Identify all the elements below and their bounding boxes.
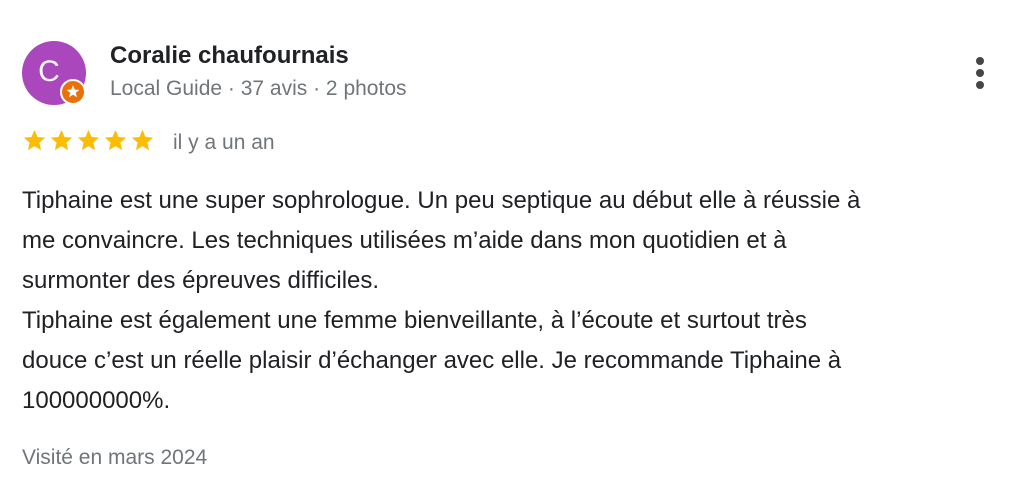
star-icon (22, 128, 47, 156)
author-meta[interactable]: Local Guide · 37 avis · 2 photos (110, 77, 407, 101)
review-text-line: Tiphaine est une super sophrologue. Un p… (22, 187, 861, 214)
review-text-line: me convaincre. Les techniques utilisées … (22, 227, 787, 254)
star-icon (76, 128, 101, 156)
author-name[interactable]: Coralie chaufournais (110, 42, 349, 70)
review-text-line: douce c’est un réelle plaisir d’échanger… (22, 347, 842, 374)
review-text: Tiphaine est une super sophrologue. Un p… (22, 181, 1017, 421)
star-rating (22, 128, 155, 156)
star-icon (130, 128, 155, 156)
more-options-button[interactable] (962, 50, 998, 96)
more-vert-icon-dot (976, 81, 984, 89)
review-text-line: Tiphaine est également une femme bienvei… (22, 307, 807, 334)
star-icon (49, 128, 74, 156)
review-text-line: surmonter des épreuves difficiles. (22, 267, 380, 294)
review-time: il y a un an (173, 131, 275, 154)
more-vert-icon (976, 57, 984, 65)
review-text-line: 100000000%. (22, 387, 171, 414)
review-card: C Coralie chaufournais Local Guide · 37 … (0, 0, 1024, 501)
visit-date: Visité en mars 2024 (22, 446, 208, 469)
avatar-letter: C (38, 55, 60, 88)
star-icon (103, 128, 128, 156)
more-vert-icon-dot (976, 69, 984, 77)
local-guide-badge-icon (60, 79, 86, 105)
